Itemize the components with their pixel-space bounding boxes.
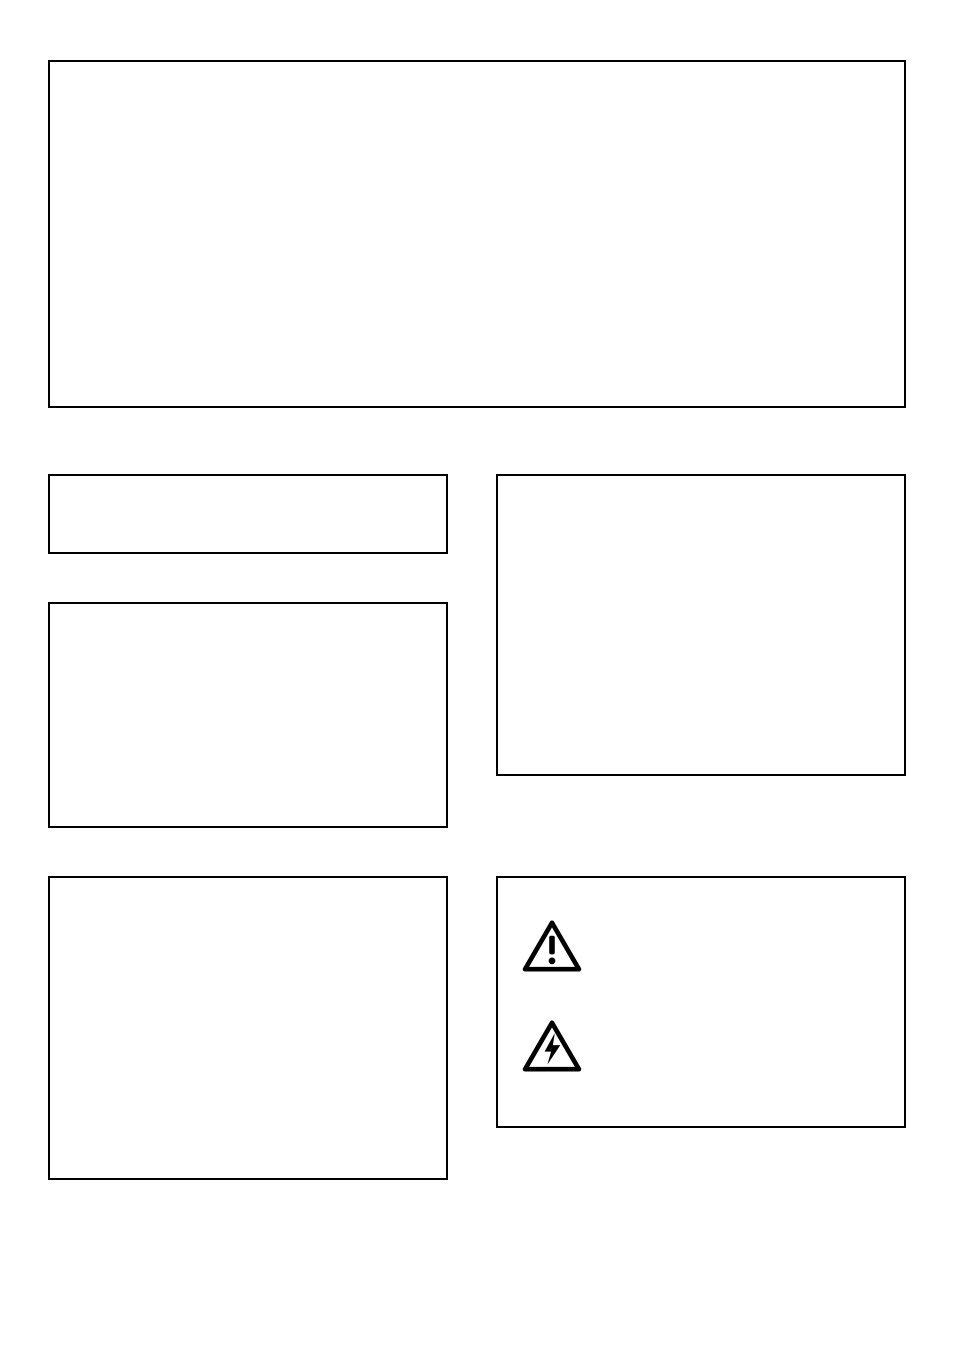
shock-row <box>522 996 880 1096</box>
caution-row <box>522 896 880 996</box>
warning-electric-shock-icon <box>522 1020 582 1072</box>
right-column <box>496 474 906 776</box>
safety-symbols-box <box>496 876 906 1128</box>
title-heading-block <box>48 60 906 408</box>
left-column <box>48 474 448 828</box>
section-d-box <box>48 876 448 1180</box>
section-a-box <box>48 474 448 554</box>
document-page <box>48 60 906 1228</box>
two-column-row-2 <box>48 876 906 1180</box>
warning-caution-icon <box>522 920 582 972</box>
two-column-row-1 <box>48 474 906 828</box>
section-c-box <box>496 474 906 776</box>
section-b-box <box>48 602 448 828</box>
